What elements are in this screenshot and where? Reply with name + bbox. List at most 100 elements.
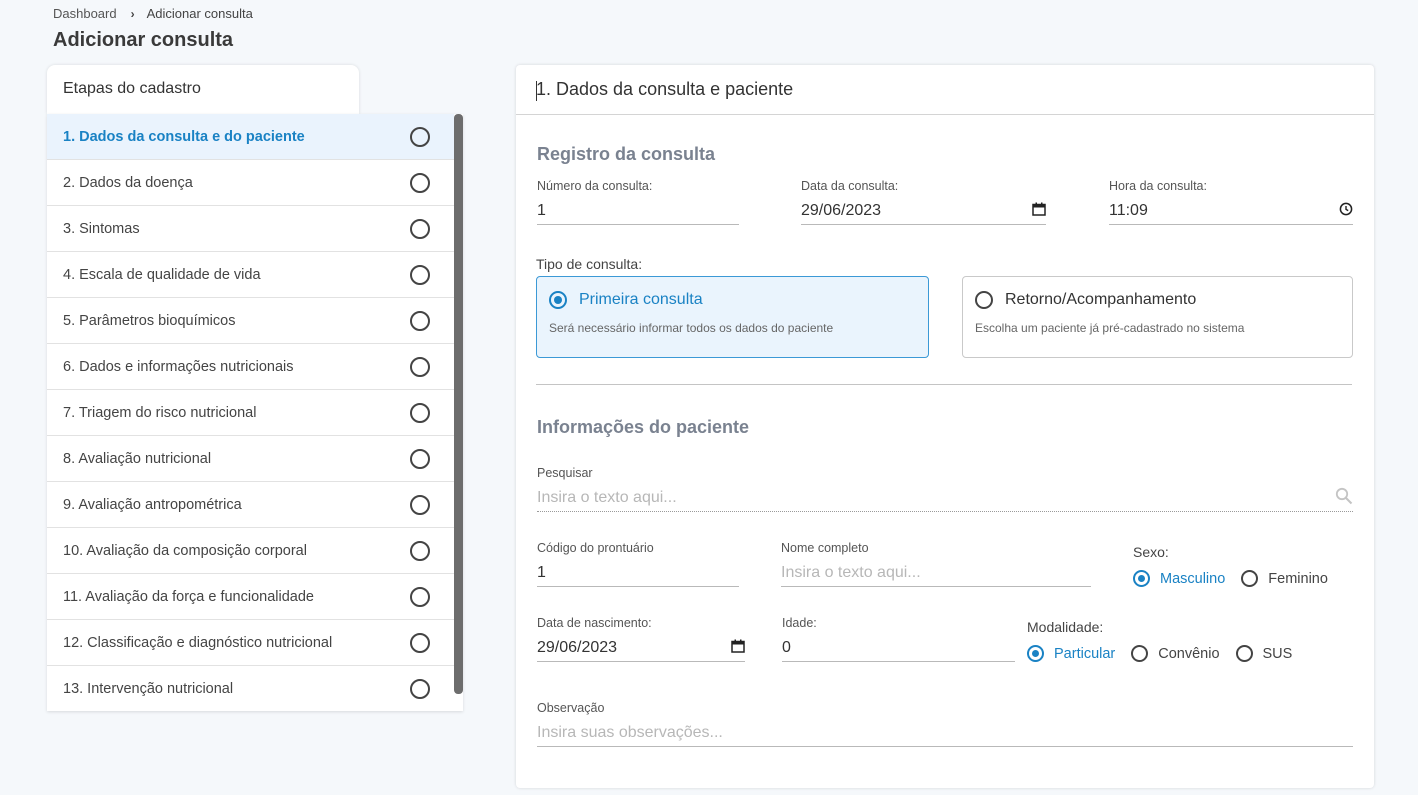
idade-input[interactable]: 0 [782, 630, 1015, 662]
tipo-consulta-label: Tipo de consulta: [536, 256, 643, 272]
sexo-radio[interactable] [1133, 570, 1150, 587]
numero-consulta-input[interactable]: 1 [537, 193, 739, 225]
idade-value: 0 [782, 638, 791, 656]
codigo-prontuario-input[interactable]: 1 [537, 555, 739, 587]
step-item[interactable]: 4. Escala de qualidade de vida [47, 252, 454, 298]
calendar-icon[interactable] [731, 639, 745, 656]
modalidade-label: Modalidade: [1027, 619, 1104, 635]
modalidade-option[interactable]: SUS [1235, 645, 1293, 662]
steps-scrollbar[interactable] [454, 114, 463, 694]
retorno-radio[interactable] [975, 291, 993, 309]
modalidade-option-label: Particular [1054, 645, 1116, 662]
nome-completo-placeholder: Insira o texto aqui... [781, 563, 921, 581]
data-consulta-value: 29/06/2023 [801, 201, 882, 219]
hora-consulta-label: Hora da consulta: [1109, 179, 1207, 193]
step-label: 9. Avaliação antropométrica [63, 496, 242, 513]
nome-completo-label: Nome completo [781, 541, 869, 555]
modalidade-option[interactable]: Particular [1027, 645, 1115, 662]
pesquisar-input[interactable]: Insira o texto aqui... [537, 480, 1353, 512]
data-consulta-field: Data da consulta: 29/06/2023 [801, 179, 1046, 225]
step-item[interactable]: 2. Dados da doença [47, 160, 454, 206]
modalidade-option[interactable]: Convênio [1131, 645, 1220, 662]
numero-consulta-label: Número da consulta: [537, 179, 653, 193]
modalidade-radio[interactable] [1235, 645, 1253, 662]
step-status-circle-icon [410, 310, 430, 331]
text-cursor [536, 81, 537, 101]
step-label: 4. Escala de qualidade de vida [63, 266, 261, 283]
sexo-option-label: Masculino [1160, 570, 1226, 587]
codigo-prontuario-label: Código do prontuário [537, 541, 654, 555]
form-header: 1. Dados da consulta e paciente [516, 65, 1374, 115]
form-card: 1. Dados da consulta e paciente Registro… [516, 65, 1374, 788]
breadcrumb: Dashboard › Adicionar consulta [53, 6, 253, 21]
form-header-title: 1. Dados da consulta e paciente [536, 79, 794, 99]
step-status-circle-icon [410, 264, 430, 285]
data-nascimento-label: Data de nascimento: [537, 616, 652, 630]
idade-label: Idade: [782, 616, 817, 630]
modalidade-radio[interactable] [1131, 645, 1149, 662]
idade-field: Idade: 0 [782, 616, 1015, 662]
hora-consulta-value: 11:09 [1109, 201, 1148, 219]
codigo-prontuario-field: Código do prontuário 1 [537, 541, 739, 587]
breadcrumb-current: Adicionar consulta [146, 6, 253, 21]
pesquisar-placeholder: Insira o texto aqui... [537, 488, 677, 506]
step-item[interactable]: 3. Sintomas [47, 206, 454, 252]
step-status-circle-icon [410, 126, 430, 147]
step-label: 1. Dados da consulta e do paciente [63, 128, 305, 145]
observacao-label: Observação [537, 701, 605, 715]
sexo-option[interactable]: Feminino [1241, 570, 1328, 587]
step-status-circle-icon [410, 494, 430, 515]
primeira-consulta-radio[interactable] [549, 291, 567, 309]
calendar-icon[interactable] [1032, 202, 1046, 219]
clock-icon[interactable] [1339, 202, 1353, 219]
nome-completo-input[interactable]: Insira o texto aqui... [781, 555, 1091, 587]
hora-consulta-input[interactable]: 11:09 [1109, 193, 1353, 225]
step-label: 6. Dados e informações nutricionais [63, 358, 294, 375]
data-nascimento-field: Data de nascimento: 29/06/2023 [537, 616, 745, 662]
step-item[interactable]: 9. Avaliação antropométrica [47, 482, 454, 528]
step-item[interactable]: 11. Avaliação da força e funcionalidade [47, 574, 454, 620]
step-item[interactable]: 6. Dados e informações nutricionais [47, 344, 454, 390]
section-divider [536, 384, 1352, 385]
step-item[interactable]: 8. Avaliação nutricional [47, 436, 454, 482]
page-title: Adicionar consulta [53, 29, 234, 51]
step-label: 10. Avaliação da composição corporal [63, 542, 307, 559]
sexo-option[interactable]: Masculino [1133, 570, 1225, 587]
data-consulta-input[interactable]: 29/06/2023 [801, 193, 1046, 225]
data-nascimento-input[interactable]: 29/06/2023 [537, 630, 745, 662]
numero-consulta-field: Número da consulta: 1 [537, 179, 739, 225]
sexo-option-label: Feminino [1268, 570, 1328, 587]
sexo-label: Sexo: [1133, 544, 1169, 560]
step-status-circle-icon [410, 402, 430, 423]
step-item[interactable]: 5. Parâmetros bioquímicos [47, 298, 454, 344]
modalidade-radio-group: Modalidade: Particular Convênio SUS [1027, 619, 1308, 662]
search-icon[interactable] [1335, 487, 1353, 508]
pesquisar-label: Pesquisar [537, 466, 593, 480]
step-item[interactable]: 1. Dados da consulta e do paciente [47, 114, 454, 160]
step-item[interactable]: 7. Triagem do risco nutricional [47, 390, 454, 436]
observacao-placeholder: Insira suas observações... [537, 723, 723, 741]
retorno-option[interactable]: Retorno/Acompanhamento Escolha um pacien… [962, 276, 1353, 358]
modalidade-option-label: Convênio [1158, 645, 1220, 662]
step-status-circle-icon [410, 678, 430, 699]
step-status-circle-icon [410, 356, 430, 377]
step-item[interactable]: 10. Avaliação da composição corporal [47, 528, 454, 574]
step-item[interactable]: 12. Classificação e diagnóstico nutricio… [47, 620, 454, 666]
step-status-circle-icon [410, 218, 430, 239]
retorno-title: Retorno/Acompanhamento [1005, 291, 1197, 308]
sexo-radio[interactable] [1241, 570, 1259, 587]
codigo-prontuario-value: 1 [537, 563, 546, 581]
breadcrumb-home-link[interactable]: Dashboard [53, 6, 117, 21]
step-label: 2. Dados da doença [63, 174, 193, 191]
section-title-paciente: Informações do paciente [537, 417, 750, 437]
observacao-input[interactable]: Insira suas observações... [537, 715, 1353, 747]
modalidade-option-label: SUS [1262, 645, 1293, 662]
data-consulta-label: Data da consulta: [801, 179, 899, 193]
primeira-consulta-option[interactable]: Primeira consulta Será necessário inform… [536, 276, 929, 358]
modalidade-radio[interactable] [1027, 645, 1044, 662]
retorno-desc: Escolha um paciente já pré-cadastrado no… [975, 321, 1245, 335]
step-item[interactable]: 13. Intervenção nutricional [47, 666, 454, 711]
sexo-radio-group: Sexo: Masculino Feminino [1133, 544, 1344, 587]
step-label: 5. Parâmetros bioquímicos [63, 312, 236, 329]
primeira-consulta-desc: Será necessário informar todos os dados … [549, 321, 834, 335]
